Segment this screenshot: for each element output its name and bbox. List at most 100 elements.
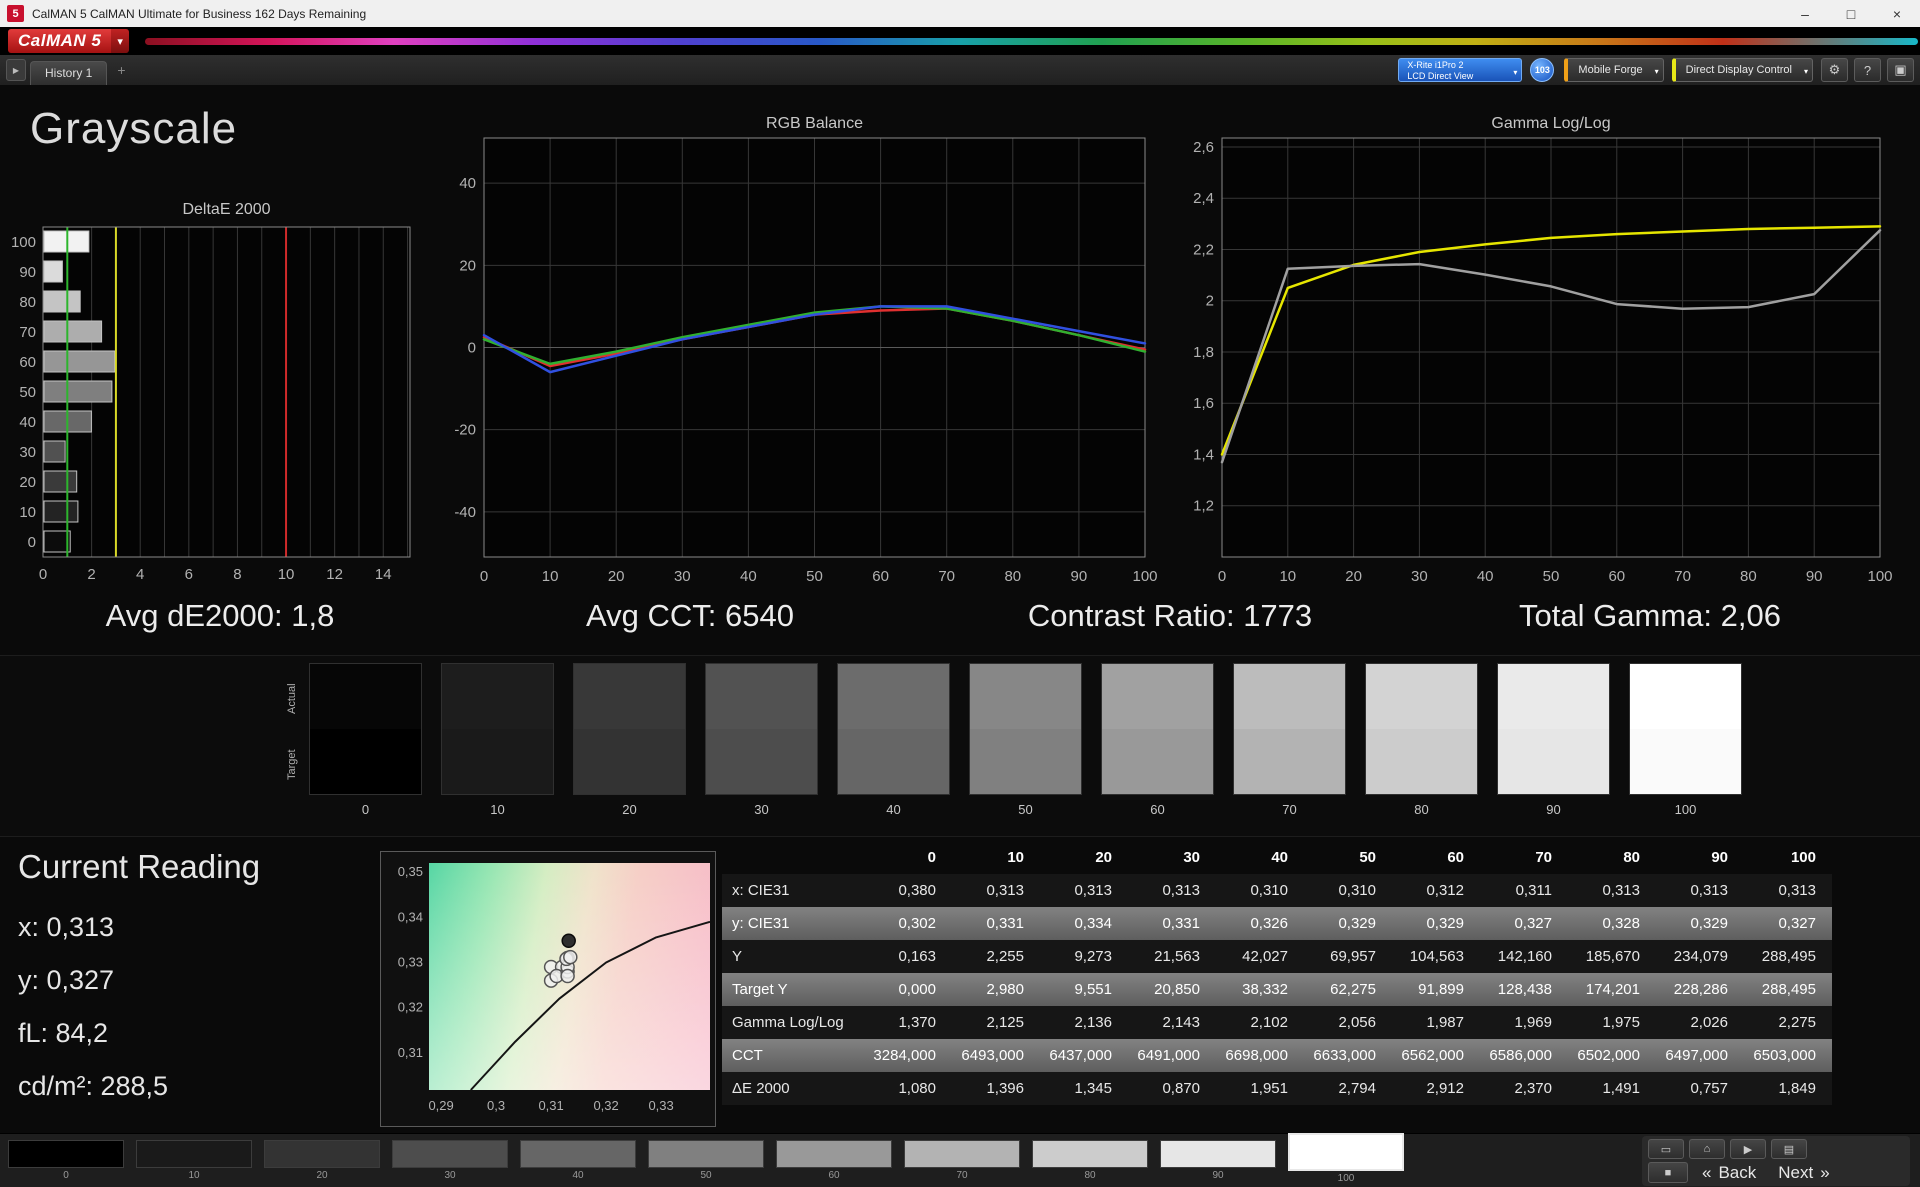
rainbow-gradient-strip <box>144 37 1918 45</box>
window-title: CalMAN 5 CalMAN Ultimate for Business 16… <box>32 6 367 21</box>
cie-chart-panel: 0,29 0,3 0,31 0,32 0,33 0,31 0,32 0,33 0,34 0,35 <box>380 851 716 1127</box>
close-button[interactable]: × <box>1874 0 1920 27</box>
grayscale-swatch-80[interactable]: 80 <box>1365 663 1478 817</box>
table-cell: 6437,000 <box>1049 1047 1112 1064</box>
next-button[interactable]: Next » <box>1770 1162 1837 1183</box>
current-reading-title: Current Reading <box>18 848 261 885</box>
test-patch-60[interactable]: 60 <box>776 1140 892 1181</box>
swatch-box <box>573 663 686 795</box>
meter-mode-label: LCD Direct View <box>1407 71 1474 81</box>
grayscale-swatch-0[interactable]: 0 <box>309 663 422 817</box>
table-column-header: 90 <box>1711 849 1728 866</box>
help-button[interactable]: ? <box>1854 58 1881 82</box>
swatch-level-label: 50 <box>1018 802 1033 817</box>
table-cell: 185,670 <box>1585 948 1640 965</box>
svg-text:50: 50 <box>1543 568 1560 585</box>
swatch-box <box>705 663 818 795</box>
home-button[interactable]: ⌂ <box>1689 1139 1725 1159</box>
grayscale-swatch-10[interactable]: 10 <box>441 663 554 817</box>
swatch-actual-half <box>310 664 421 729</box>
tool-row: ▭ ⌂ ▶ ▤ <box>1648 1139 1807 1159</box>
grayscale-swatch-20[interactable]: 20 <box>573 663 686 817</box>
test-patch-0[interactable]: 0 <box>8 1140 124 1181</box>
table-cell: 0,327 <box>1778 915 1816 932</box>
svg-text:2,4: 2,4 <box>1193 190 1214 207</box>
svg-text:2,2: 2,2 <box>1193 241 1214 258</box>
table-cell: 0,329 <box>1338 915 1376 932</box>
table-cell: 234,079 <box>1673 948 1728 965</box>
expand-panel-button[interactable]: ▶ <box>6 59 26 81</box>
pattern-window-button[interactable]: ▭ <box>1648 1139 1684 1159</box>
display-control-label: Direct Display Control <box>1685 64 1792 76</box>
table-row-label: y: CIE31 <box>732 915 790 932</box>
back-button[interactable]: « Back <box>1694 1162 1764 1183</box>
table-row-7: ΔE 2000 1,080 1,396 1,345 0,870 1,951 2,794 2,9… <box>722 1072 1832 1105</box>
table-cell: 0,312 <box>1426 882 1464 899</box>
svg-text:0: 0 <box>1218 568 1226 585</box>
maximize-button[interactable]: □ <box>1828 0 1874 27</box>
swatch-level-label: 40 <box>886 802 901 817</box>
swatch-target-half <box>970 729 1081 794</box>
test-patch-70[interactable]: 70 <box>904 1140 1020 1181</box>
grayscale-swatch-40[interactable]: 40 <box>837 663 950 817</box>
titlebar: 5 CalMAN 5 CalMAN Ultimate for Business … <box>0 0 1920 27</box>
test-patch-90[interactable]: 90 <box>1160 1140 1276 1181</box>
test-patch-20[interactable]: 20 <box>264 1140 380 1181</box>
tab-history[interactable]: History 1 <box>30 61 108 85</box>
swatch-actual-half <box>1498 664 1609 729</box>
export-button[interactable]: ▤ <box>1771 1139 1807 1159</box>
table-cell: 0,313 <box>1690 882 1728 899</box>
avg-cct-readout: Avg CCT: 6540 <box>586 598 794 633</box>
minimize-button[interactable]: – <box>1782 0 1828 27</box>
swatch-box <box>1233 663 1346 795</box>
svg-text:100: 100 <box>11 234 36 251</box>
table-column-header: 30 <box>1183 849 1200 866</box>
table-cell: 3284,000 <box>873 1047 936 1064</box>
test-patch-50[interactable]: 50 <box>648 1140 764 1181</box>
table-cell: 21,563 <box>1154 948 1200 965</box>
swatch-level-label: 70 <box>1282 802 1297 817</box>
grayscale-swatch-100[interactable]: 100 <box>1629 663 1742 817</box>
test-patch-40[interactable]: 40 <box>520 1140 636 1181</box>
table-cell: 288,495 <box>1761 948 1816 965</box>
test-patch-30[interactable]: 30 <box>392 1140 508 1181</box>
grayscale-swatch-70[interactable]: 70 <box>1233 663 1346 817</box>
swatch-actual-half <box>1366 664 1477 729</box>
svg-text:1,8: 1,8 <box>1193 344 1214 361</box>
svg-text:70: 70 <box>19 324 36 341</box>
display-control-button[interactable]: Direct Display Control ▾ <box>1671 58 1813 82</box>
patch-level-label: 50 <box>700 1170 712 1181</box>
meter-selector-button[interactable]: X-Rite i1Pro 2 LCD Direct View ▾ <box>1398 58 1523 82</box>
pattern-source-label: Mobile Forge <box>1578 64 1643 76</box>
reading-y-value: y: 0,327 <box>18 965 115 995</box>
pattern-toggle-button[interactable]: ■ <box>1648 1162 1688 1183</box>
calman-logo-menu[interactable]: CalMAN 5 ▾ <box>8 29 129 53</box>
play-button[interactable]: ▶ <box>1730 1139 1766 1159</box>
table-column-header: 80 <box>1623 849 1640 866</box>
chevron-down-icon: ▾ <box>1803 67 1808 76</box>
table-cell: 38,332 <box>1242 981 1288 998</box>
brand-bar: CalMAN 5 ▾ <box>0 27 1920 55</box>
swatch-level-label: 0 <box>361 802 370 817</box>
test-patch-100[interactable]: 100 <box>1288 1133 1404 1184</box>
grayscale-swatch-50[interactable]: 50 <box>969 663 1082 817</box>
svg-text:0,35: 0,35 <box>398 864 423 879</box>
pattern-source-button[interactable]: Mobile Forge ▾ <box>1564 58 1664 82</box>
layout-toggle-button[interactable]: ▣ <box>1887 58 1914 82</box>
svg-text:2: 2 <box>87 566 95 583</box>
settings-gear-icon[interactable]: ⚙ <box>1821 58 1848 82</box>
test-patch-80[interactable]: 80 <box>1032 1140 1148 1181</box>
table-cell: 0,313 <box>1602 882 1640 899</box>
table-cell: 0,000 <box>898 981 936 998</box>
table-cell: 2,136 <box>1074 1014 1112 1031</box>
swatch-box <box>309 663 422 795</box>
svg-text:0,32: 0,32 <box>593 1098 618 1113</box>
swatch-target-half <box>706 729 817 794</box>
table-cell: 228,286 <box>1673 981 1728 998</box>
table-cell: 0,313 <box>1162 882 1200 899</box>
grayscale-swatch-60[interactable]: 60 <box>1101 663 1214 817</box>
test-patch-10[interactable]: 10 <box>136 1140 252 1181</box>
grayscale-swatch-90[interactable]: 90 <box>1497 663 1610 817</box>
add-tab-button[interactable]: + <box>109 62 133 78</box>
grayscale-swatch-30[interactable]: 30 <box>705 663 818 817</box>
